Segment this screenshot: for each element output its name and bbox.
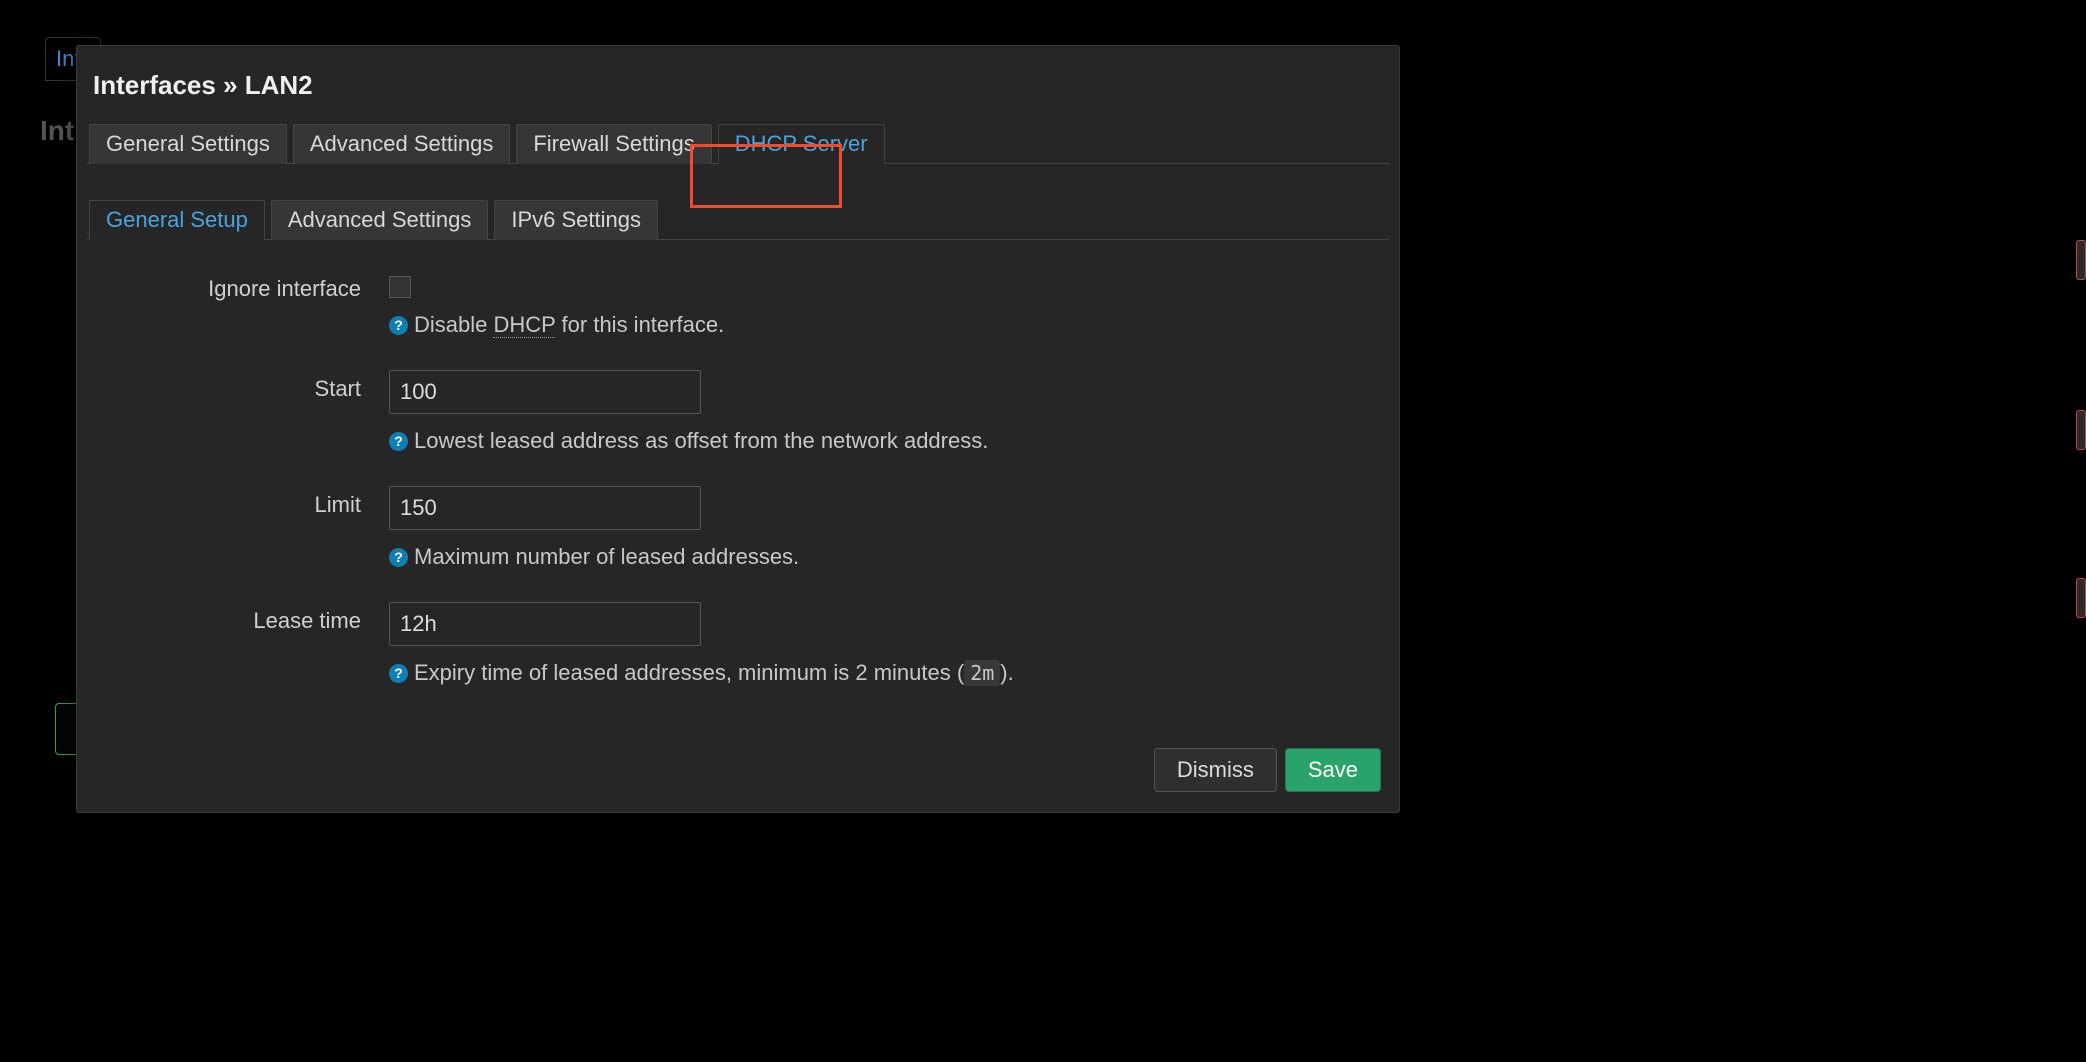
help-icon[interactable]: ? [389, 548, 408, 567]
input-start[interactable] [389, 370, 701, 414]
dhcp-form: Ignore interface ? Disable DHCP for this… [87, 240, 1389, 728]
tab-advanced-settings[interactable]: Advanced Settings [293, 124, 510, 164]
help-start: ? Lowest leased address as offset from t… [389, 428, 1377, 454]
row-lease-time: Lease time ? Expiry time of leased addre… [99, 602, 1377, 686]
row-limit: Limit ? Maximum number of leased address… [99, 486, 1377, 570]
interface-edit-modal: Interfaces » LAN2 General Settings Advan… [76, 45, 1400, 813]
subtab-ipv6-settings[interactable]: IPv6 Settings [494, 200, 658, 240]
help-lease-time: ? Expiry time of leased addresses, minim… [389, 660, 1377, 686]
secondary-tabs: General Setup Advanced Settings IPv6 Set… [87, 199, 1389, 240]
modal-footer: Dismiss Save [87, 728, 1389, 792]
primary-tabs: General Settings Advanced Settings Firew… [87, 123, 1389, 164]
label-start: Start [99, 370, 389, 402]
tab-dhcp-server[interactable]: DHCP Server [718, 124, 885, 164]
save-button[interactable]: Save [1285, 748, 1381, 792]
code-2m: 2m [964, 660, 1000, 686]
checkbox-ignore-interface[interactable] [389, 276, 411, 298]
subtab-general-setup[interactable]: General Setup [89, 200, 265, 240]
bg-row-action[interactable] [2076, 578, 2086, 618]
row-ignore-interface: Ignore interface ? Disable DHCP for this… [99, 270, 1377, 338]
input-lease-time[interactable] [389, 602, 701, 646]
modal-title: Interfaces » LAN2 [93, 70, 1389, 101]
help-text: for this interface. [555, 312, 724, 337]
tab-general-settings[interactable]: General Settings [89, 124, 287, 164]
dismiss-button[interactable]: Dismiss [1154, 748, 1277, 792]
help-text: Maximum number of leased addresses. [414, 544, 799, 570]
help-text: Lowest leased address as offset from the… [414, 428, 988, 454]
help-text: Disable [414, 312, 493, 337]
input-limit[interactable] [389, 486, 701, 530]
help-text: Expiry time of leased addresses, minimum… [414, 660, 964, 685]
help-limit: ? Maximum number of leased addresses. [389, 544, 1377, 570]
label-ignore-interface: Ignore interface [99, 270, 389, 302]
bg-page-title: Int [40, 115, 74, 147]
subtab-advanced-settings[interactable]: Advanced Settings [271, 200, 488, 240]
label-limit: Limit [99, 486, 389, 518]
bg-row-action[interactable] [2076, 240, 2086, 280]
tab-firewall-settings[interactable]: Firewall Settings [516, 124, 711, 164]
bg-row-action[interactable] [2076, 410, 2086, 450]
help-icon[interactable]: ? [389, 664, 408, 683]
row-start: Start ? Lowest leased address as offset … [99, 370, 1377, 454]
help-icon[interactable]: ? [389, 432, 408, 451]
help-ignore-interface: ? Disable DHCP for this interface. [389, 312, 1377, 338]
label-lease-time: Lease time [99, 602, 389, 634]
abbr-dhcp: DHCP [493, 312, 555, 338]
help-icon[interactable]: ? [389, 316, 408, 335]
help-text: ). [1000, 660, 1013, 685]
